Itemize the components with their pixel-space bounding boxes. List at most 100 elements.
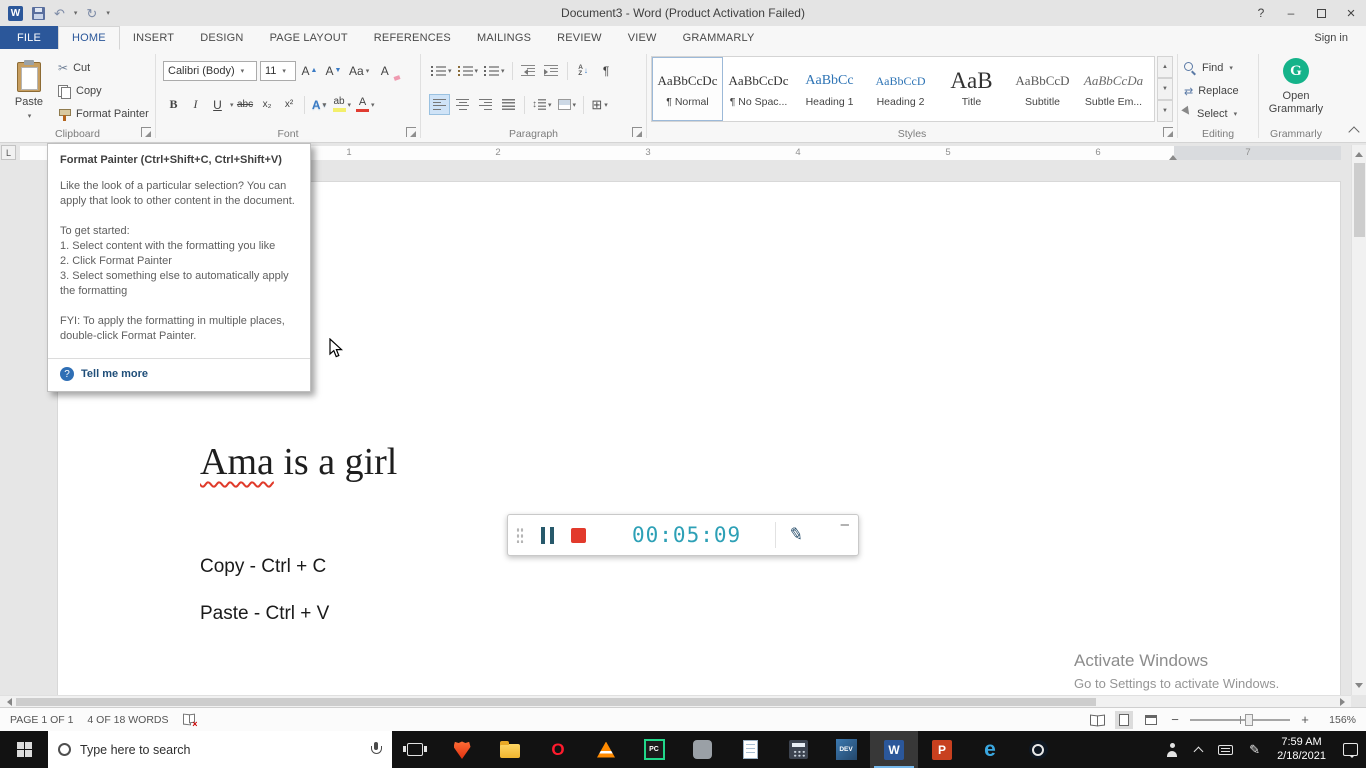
redo-icon[interactable]: ↻ xyxy=(86,7,97,20)
style-title[interactable]: AaB Title xyxy=(936,57,1007,121)
sort-button[interactable]: AZ ↓ xyxy=(573,60,594,81)
style-subtitle[interactable]: AaBbCcD Subtitle xyxy=(1007,57,1078,121)
styles-dialog-launcher[interactable] xyxy=(1163,127,1173,137)
scroll-left-button[interactable] xyxy=(0,696,14,707)
start-button[interactable] xyxy=(0,731,48,768)
task-view-button[interactable] xyxy=(392,731,438,768)
taskbar-powerpoint[interactable]: P xyxy=(918,731,966,768)
increase-indent-button[interactable] xyxy=(541,60,562,81)
taskbar-word[interactable]: W xyxy=(870,731,918,768)
read-mode-button[interactable] xyxy=(1088,711,1106,729)
heading-rest[interactable]: is a girl xyxy=(274,441,397,483)
copy-button[interactable]: Copy xyxy=(58,81,102,101)
collapse-ribbon-button[interactable] xyxy=(1348,126,1360,138)
subscript-button[interactable]: x₂ xyxy=(257,94,278,115)
sign-in-link[interactable]: Sign in xyxy=(1314,26,1366,49)
tab-insert[interactable]: INSERT xyxy=(120,26,187,49)
taskbar-obs[interactable] xyxy=(1014,731,1062,768)
show-paragraph-marks-button[interactable]: ¶ xyxy=(596,60,617,81)
cut-button[interactable]: ✂ Cut xyxy=(58,58,90,78)
undo-caret-icon[interactable]: ▾ xyxy=(74,9,78,17)
help-button[interactable]: ? xyxy=(1246,0,1276,26)
minimize-button[interactable]: – xyxy=(1276,0,1306,26)
style-heading-1[interactable]: AaBbCc Heading 1 xyxy=(794,57,865,121)
zoom-out-button[interactable]: − xyxy=(1169,712,1181,727)
undo-icon[interactable]: ↶ xyxy=(54,7,65,20)
taskbar-dev[interactable]: DEV xyxy=(822,731,870,768)
decrease-indent-button[interactable] xyxy=(518,60,539,81)
font-size-combo[interactable]: 11 ▾ xyxy=(260,60,296,81)
line-spacing-button[interactable]: ↕ ▾ xyxy=(530,94,554,115)
recorder-minimize-button[interactable]: – xyxy=(841,516,849,533)
text-effects-button[interactable]: A ▾ xyxy=(309,94,330,115)
taskbar-search[interactable] xyxy=(48,731,392,768)
customize-qat-caret-icon[interactable]: ▾ xyxy=(106,9,110,17)
open-grammarly-button[interactable]: Open Grammarly xyxy=(1264,90,1328,116)
taskbar-gray-app[interactable] xyxy=(678,731,726,768)
gallery-scroll-down-button[interactable]: ▼ xyxy=(1157,78,1173,100)
grow-font-button[interactable]: A ▲ xyxy=(299,60,320,81)
zoom-slider-thumb[interactable] xyxy=(1245,713,1253,726)
align-left-button[interactable] xyxy=(429,94,450,115)
paste-button[interactable]: Paste ▾ xyxy=(6,58,52,132)
shrink-font-button[interactable]: A ▼ xyxy=(323,60,344,81)
tab-grammarly[interactable]: GRAMMARLY xyxy=(670,26,768,49)
strikethrough-button[interactable]: abc xyxy=(235,94,256,115)
vertical-scroll-thumb[interactable] xyxy=(1354,163,1365,237)
search-input[interactable] xyxy=(80,742,361,757)
highlight-color-button[interactable]: ab ▾ xyxy=(331,94,354,115)
clipboard-dialog-launcher[interactable] xyxy=(141,127,151,137)
bold-button[interactable]: B xyxy=(163,94,184,115)
taskbar-vlc[interactable] xyxy=(582,731,630,768)
align-center-button[interactable] xyxy=(452,94,473,115)
borders-button[interactable]: ⊞ ▾ xyxy=(589,94,610,115)
tab-references[interactable]: REFERENCES xyxy=(361,26,464,49)
web-layout-button[interactable] xyxy=(1142,711,1160,729)
justify-button[interactable] xyxy=(498,94,519,115)
style-heading-2[interactable]: AaBbCcD Heading 2 xyxy=(865,57,936,121)
zoom-in-button[interactable]: + xyxy=(1299,712,1311,727)
scroll-right-button[interactable] xyxy=(1337,696,1351,707)
font-dialog-launcher[interactable] xyxy=(406,127,416,137)
tab-mailings[interactable]: MAILINGS xyxy=(464,26,544,49)
horizontal-scrollbar[interactable] xyxy=(0,695,1351,707)
change-case-button[interactable]: Aa ▾ xyxy=(347,60,371,81)
replace-button[interactable]: ⇄ Replace xyxy=(1184,81,1239,101)
scroll-down-button[interactable] xyxy=(1352,680,1366,695)
close-button[interactable]: × xyxy=(1336,0,1366,26)
save-icon[interactable] xyxy=(32,6,45,20)
document-line-copy[interactable]: Copy - Ctrl + C xyxy=(200,556,326,578)
shading-button[interactable]: ▾ xyxy=(556,94,579,115)
bullets-button[interactable]: ▾ xyxy=(429,60,454,81)
taskbar-opera[interactable]: O xyxy=(534,731,582,768)
tab-stop-selector[interactable]: L xyxy=(1,145,16,160)
style-normal[interactable]: AaBbCcDc ¶ Normal xyxy=(652,57,723,121)
taskbar-clock[interactable]: 7:59 AM 2/18/2021 xyxy=(1268,736,1335,763)
zoom-slider[interactable] xyxy=(1190,713,1290,726)
right-indent-marker[interactable] xyxy=(1169,151,1177,160)
font-family-combo[interactable]: Calibri (Body) ▾ xyxy=(163,60,257,81)
people-button[interactable] xyxy=(1157,731,1187,768)
taskbar-brave[interactable] xyxy=(438,731,486,768)
scroll-up-button[interactable] xyxy=(1352,145,1366,160)
grammarly-logo-icon[interactable]: G xyxy=(1283,58,1309,84)
annotation-pen-icon[interactable]: ✎ xyxy=(788,524,805,546)
print-layout-button[interactable] xyxy=(1115,710,1133,729)
align-right-button[interactable] xyxy=(475,94,496,115)
paste-caret-icon[interactable]: ▾ xyxy=(28,112,32,120)
underline-caret-icon[interactable]: ▾ xyxy=(230,101,234,109)
underline-button[interactable]: U xyxy=(207,94,228,115)
drag-handle-icon[interactable] xyxy=(516,527,524,543)
tab-file[interactable]: FILE xyxy=(0,26,59,49)
style-subtle-emphasis[interactable]: AaBbCcDa Subtle Em... xyxy=(1078,57,1149,121)
pause-button[interactable] xyxy=(541,526,554,544)
page-count[interactable]: PAGE 1 OF 1 xyxy=(10,714,73,726)
taskbar-file-explorer[interactable] xyxy=(486,731,534,768)
superscript-button[interactable]: x² xyxy=(279,94,300,115)
select-button[interactable]: Select ▾ xyxy=(1181,104,1237,124)
taskbar-edge[interactable]: e xyxy=(966,731,1014,768)
maximize-button[interactable] xyxy=(1306,0,1336,26)
taskbar-calculator[interactable] xyxy=(774,731,822,768)
action-center-button[interactable] xyxy=(1335,731,1366,768)
document-heading[interactable]: Ama is a girl xyxy=(200,440,397,484)
